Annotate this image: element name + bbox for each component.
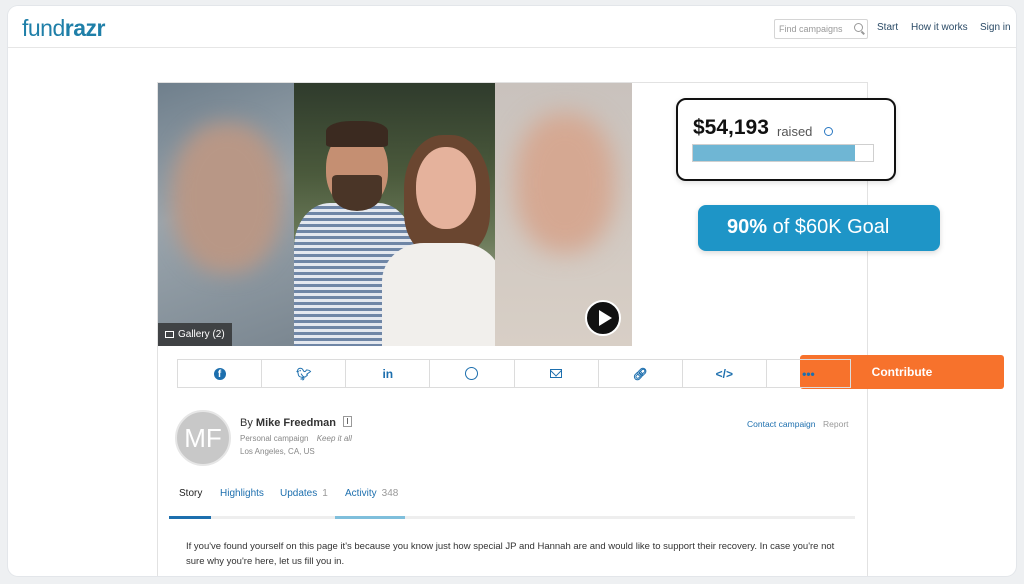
- progress-bar: [692, 144, 874, 162]
- nav-sign-in-link[interactable]: Sign in: [980, 22, 1011, 33]
- refresh-icon[interactable]: [824, 127, 833, 136]
- share-messenger[interactable]: [430, 360, 515, 387]
- top-navigation: fundrazr Find campaigns Start How it wor…: [8, 6, 1016, 48]
- share-bar: f 🐦︎ in 🔗︎ </> •••: [177, 359, 851, 388]
- goal-text: of $60K Goal: [772, 216, 890, 238]
- browser-frame: fundrazr Find campaigns Start How it wor…: [8, 6, 1016, 576]
- play-video-icon[interactable]: [585, 300, 621, 336]
- tab-updates[interactable]: Updates 1: [280, 488, 328, 499]
- campaign-tabs: Story Highlights Updates 1 Activity 348: [169, 481, 855, 519]
- gallery-button[interactable]: Gallery (2): [158, 323, 232, 346]
- share-twitter[interactable]: 🐦︎: [262, 360, 347, 387]
- contact-campaign-link[interactable]: Contact campaign: [747, 419, 816, 429]
- fundrazr-logo[interactable]: fundrazr: [22, 15, 105, 42]
- blurred-background-left: [158, 83, 294, 346]
- progress-bar-fill: [693, 145, 855, 161]
- organizer-name[interactable]: Mike Freedman: [256, 417, 336, 429]
- embed-icon: </>: [715, 366, 733, 381]
- tab-story[interactable]: Story: [179, 488, 202, 499]
- facebook-icon: f: [213, 367, 226, 380]
- goal-percent: 90%: [727, 216, 768, 238]
- tab-story-underline: [169, 516, 211, 519]
- share-more[interactable]: •••: [767, 360, 850, 387]
- messenger-icon: [465, 367, 479, 380]
- tab-highlights[interactable]: Highlights: [220, 488, 264, 499]
- campaign-type: Personal campaign Keep it all: [240, 434, 352, 443]
- raised-label: raised: [777, 124, 813, 139]
- keep-it-all-label: Keep it all: [316, 434, 352, 443]
- search-input[interactable]: Find campaigns: [774, 19, 868, 39]
- share-linkedin[interactable]: in: [346, 360, 431, 387]
- nav-how-it-works-link[interactable]: How it works: [911, 22, 968, 33]
- share-email[interactable]: [515, 360, 599, 387]
- gallery-label: Gallery (2): [178, 329, 225, 340]
- campaign-photo[interactable]: [294, 83, 495, 346]
- info-icon[interactable]: [343, 416, 353, 427]
- linkedin-icon: in: [382, 366, 394, 381]
- tab-activity-underline: [335, 516, 405, 519]
- logo-text-razr: razr: [64, 15, 106, 41]
- email-icon: [550, 369, 563, 378]
- story-text: If you've found yourself on this page it…: [186, 541, 835, 567]
- link-icon: 🔗︎: [632, 366, 648, 381]
- campaign-media[interactable]: Gallery (2): [158, 83, 632, 346]
- nav-start-link[interactable]: Start: [877, 22, 898, 33]
- organizer-avatar[interactable]: MF: [175, 410, 231, 466]
- more-icon: •••: [802, 366, 815, 381]
- share-facebook[interactable]: f: [178, 360, 263, 387]
- tab-activity[interactable]: Activity 348: [345, 488, 398, 499]
- organizer-byline: By Mike Freedman: [240, 416, 353, 429]
- raised-amount: $54,193: [693, 116, 769, 139]
- logo-text-fund: fund: [22, 15, 65, 41]
- image-icon: [165, 331, 174, 338]
- report-link[interactable]: Report: [823, 419, 849, 429]
- share-copy-link[interactable]: 🔗︎: [599, 360, 683, 387]
- campaign-location: Los Angeles, CA, US: [240, 447, 315, 456]
- twitter-icon: 🐦︎: [296, 366, 312, 381]
- search-placeholder: Find campaigns: [779, 24, 843, 34]
- raised-callout: $54,193 raised: [676, 98, 896, 181]
- share-embed[interactable]: </>: [683, 360, 767, 387]
- search-icon[interactable]: [854, 23, 863, 32]
- goal-callout: 90% of $60K Goal: [698, 205, 940, 251]
